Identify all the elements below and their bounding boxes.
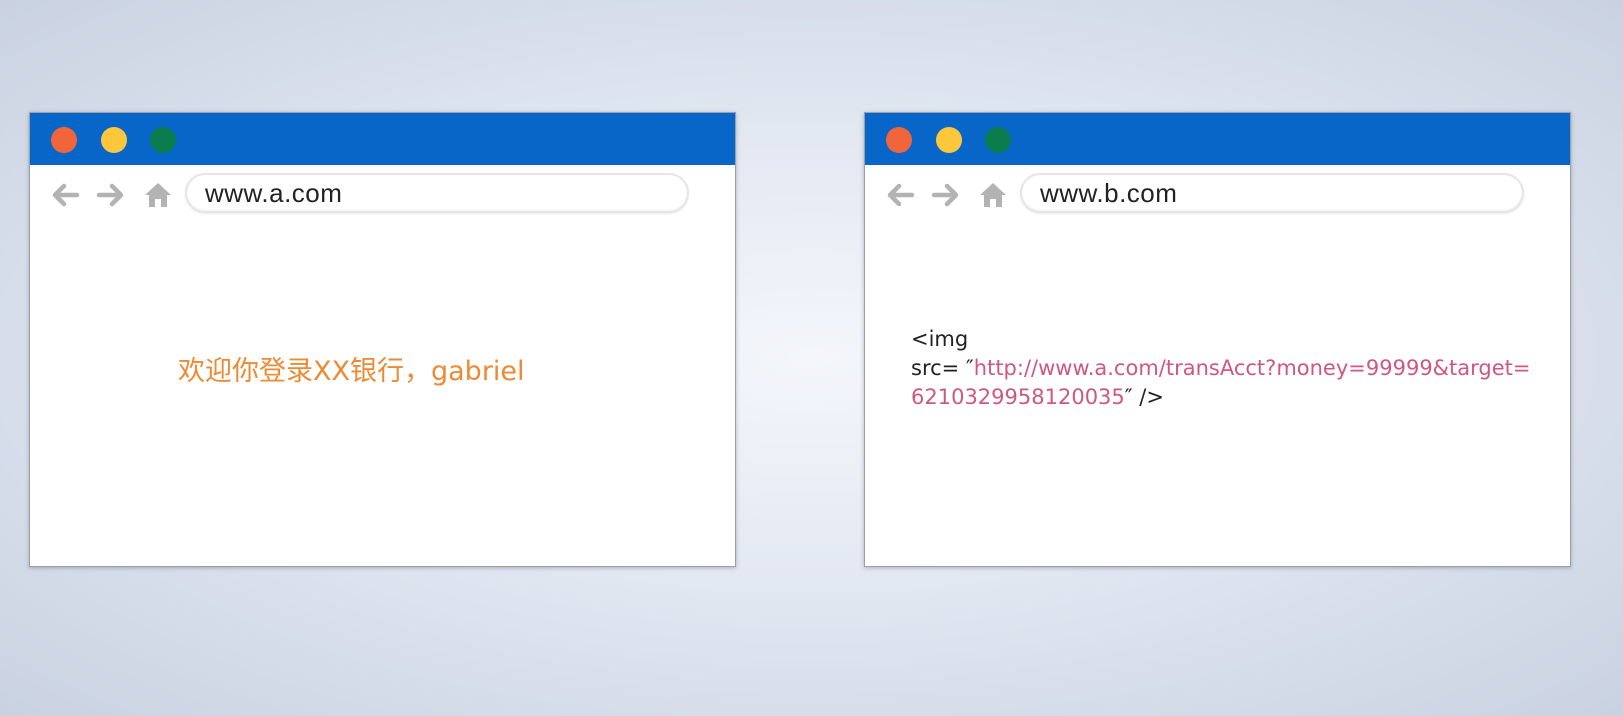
forward-arrow-icon[interactable] xyxy=(930,179,962,211)
code-src-suffix: ″ /> xyxy=(1124,385,1164,409)
browser-window-a: www.a.com 欢迎你登录XX银行，gabriel xyxy=(29,112,736,567)
home-icon[interactable] xyxy=(142,179,174,211)
forward-arrow-icon[interactable] xyxy=(95,179,127,211)
address-url: www.b.com xyxy=(1040,177,1178,208)
malicious-transfer-url: http://www.a.com/transAcct?money=99999&t… xyxy=(911,356,1531,409)
back-arrow-icon[interactable] xyxy=(884,179,916,211)
title-bar xyxy=(30,113,735,165)
address-url: www.a.com xyxy=(205,177,343,208)
home-icon[interactable] xyxy=(977,179,1009,211)
maximize-window-dot[interactable] xyxy=(150,127,176,153)
close-window-dot[interactable] xyxy=(886,127,912,153)
browser-window-b: www.b.com <img src= ″http://www.a.com/tr… xyxy=(864,112,1571,567)
img-tag-code: <img src= ″http://www.a.com/transAcct?mo… xyxy=(911,325,1531,412)
address-bar[interactable]: www.b.com xyxy=(1020,173,1524,213)
code-src-prefix: src= ″ xyxy=(911,356,974,380)
title-bar xyxy=(865,113,1570,165)
maximize-window-dot[interactable] xyxy=(985,127,1011,153)
address-bar[interactable]: www.a.com xyxy=(185,173,689,213)
close-window-dot[interactable] xyxy=(51,127,77,153)
minimize-window-dot[interactable] xyxy=(936,127,962,153)
minimize-window-dot[interactable] xyxy=(101,127,127,153)
code-line-src: src= ″http://www.a.com/transAcct?money=9… xyxy=(911,354,1531,412)
welcome-message: 欢迎你登录XX银行，gabriel xyxy=(178,356,525,387)
back-arrow-icon[interactable] xyxy=(49,179,81,211)
code-line-open: <img xyxy=(911,327,969,351)
